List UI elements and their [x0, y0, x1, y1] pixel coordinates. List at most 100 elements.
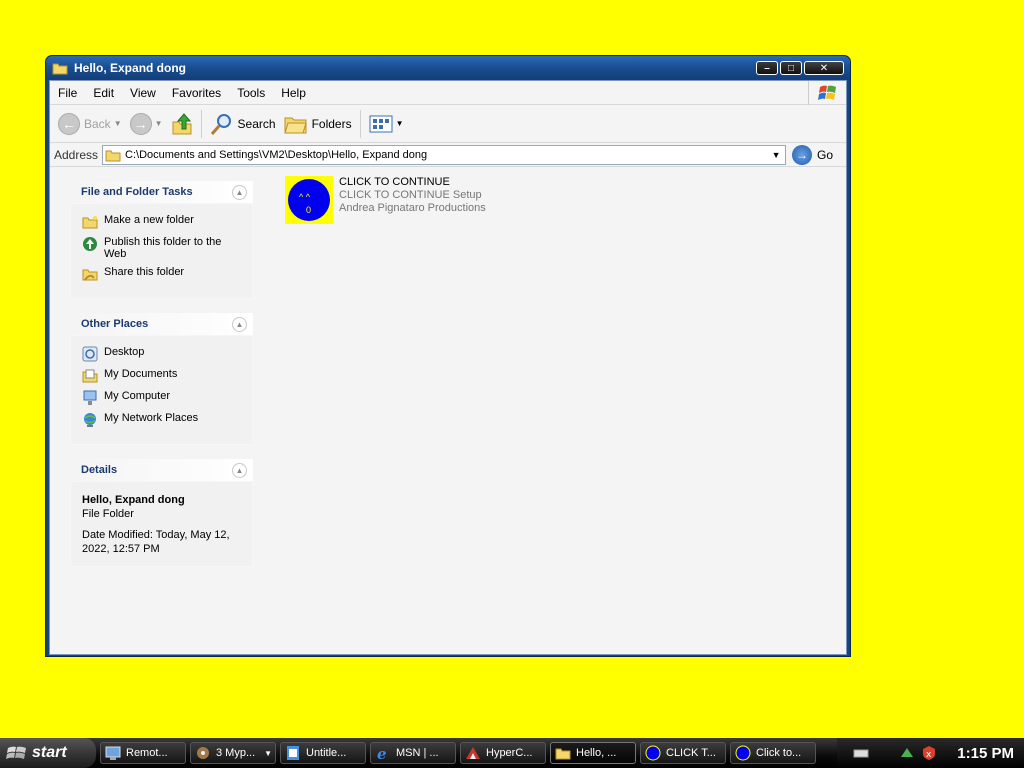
panel-body: Make a new folder Publish this folder to… — [70, 203, 253, 299]
go-button[interactable]: → Go — [792, 144, 834, 165]
share-folder-icon — [82, 269, 98, 281]
clock[interactable]: 1:15 PM — [957, 745, 1014, 762]
panel-header[interactable]: Details ▲ — [70, 459, 253, 481]
toolbar: ← Back ▼ → ▼ Search Folders ▼ — [50, 105, 846, 143]
network-tray-icon[interactable] — [899, 745, 915, 761]
taskbar-button-hello[interactable]: Hello, ... — [550, 742, 636, 764]
start-button[interactable]: start — [0, 738, 96, 768]
chevron-down-icon[interactable]: ▼ — [767, 150, 785, 160]
collapse-icon[interactable]: ▲ — [232, 184, 247, 200]
maximize-button[interactable]: □ — [780, 61, 802, 75]
menu-view[interactable]: View — [122, 86, 164, 100]
my-documents-icon — [82, 369, 98, 383]
panel-title: Details — [81, 464, 118, 476]
folders-button[interactable]: Folders — [280, 109, 356, 139]
folder-icon — [555, 748, 571, 760]
file-tasks-panel: File and Folder Tasks ▲ Make a new folde… — [70, 181, 253, 299]
file-description: CLICK TO CONTINUE Setup — [339, 189, 482, 201]
taskbar-button-click-to[interactable]: Click to... — [730, 742, 816, 764]
task-make-folder[interactable]: Make a new folder — [82, 214, 242, 230]
blue-face-icon: ^ ^ 0 — [285, 176, 333, 224]
forward-button[interactable]: → ▼ — [126, 109, 167, 139]
place-network[interactable]: My Network Places — [82, 412, 242, 428]
folders-label: Folders — [311, 116, 352, 131]
minimize-button[interactable]: – — [756, 61, 778, 75]
address-label: Address — [54, 147, 99, 162]
remote-desktop-icon — [105, 746, 121, 760]
blue-face-icon — [645, 745, 661, 761]
panel-body: Hello, Expand dong File Folder Date Modi… — [70, 481, 253, 567]
place-my-documents[interactable]: My Documents — [82, 368, 242, 384]
network-places-icon — [84, 413, 96, 427]
untitled-doc-icon — [287, 746, 299, 760]
address-value: C:\Documents and Settings\VM2\Desktop\He… — [125, 148, 428, 161]
task-label: Share this folder — [104, 266, 185, 278]
place-desktop[interactable]: Desktop — [82, 346, 242, 362]
hyperc-icon — [466, 747, 480, 759]
menu-help[interactable]: Help — [273, 86, 314, 100]
file-list: ^ ^ 0 CLICK TO CONTINUE CLICK TO CONTINU… — [268, 167, 846, 653]
back-arrow-icon: ← — [58, 112, 80, 135]
toolbar-separator — [200, 109, 202, 138]
address-input[interactable]: C:\Documents and Settings\VM2\Desktop\He… — [102, 144, 787, 165]
menu-file[interactable]: File — [50, 86, 85, 100]
collapse-icon[interactable]: ▲ — [232, 316, 247, 332]
explorer-window: Hello, Expand dong – □ ✕ File Edit View … — [45, 55, 851, 657]
place-label: My Network Places — [104, 412, 199, 424]
keyboard-icon[interactable] — [853, 745, 869, 761]
task-publish-web[interactable]: Publish this folder to the Web — [82, 236, 242, 260]
chevron-down-icon[interactable]: ▼ — [264, 749, 272, 758]
task-pane: File and Folder Tasks ▲ Make a new folde… — [50, 167, 268, 653]
search-button[interactable]: Search — [206, 109, 280, 139]
task-share-folder[interactable]: Share this folder — [82, 266, 242, 282]
taskbar-button-click-t[interactable]: CLICK T... — [640, 742, 726, 764]
place-label: My Documents — [104, 368, 178, 380]
taskbar-button-label: HyperC... — [486, 747, 533, 759]
panel-header[interactable]: Other Places ▲ — [70, 313, 253, 335]
place-label: Desktop — [104, 346, 145, 358]
details-name: Hello, Expand dong — [82, 494, 185, 506]
details-type: File Folder — [82, 508, 134, 520]
taskbar-button-mypaint[interactable]: 3 Myp... ▼ — [190, 742, 276, 764]
place-my-computer[interactable]: My Computer — [82, 390, 242, 406]
folder-up-icon — [172, 112, 192, 134]
up-button[interactable] — [167, 109, 197, 139]
taskbar-button-label: Untitle... — [306, 747, 347, 759]
collapse-icon[interactable]: ▲ — [232, 462, 247, 478]
chevron-down-icon[interactable]: ▼ — [396, 119, 404, 128]
start-label: start — [32, 744, 67, 761]
views-icon — [369, 115, 393, 132]
mypaint-icon — [197, 747, 209, 759]
security-alert-icon[interactable]: x — [921, 745, 937, 761]
back-button[interactable]: ← Back ▼ — [54, 109, 126, 139]
publish-web-icon — [83, 237, 97, 251]
search-label: Search — [237, 116, 276, 131]
chevron-down-icon[interactable]: ▼ — [114, 119, 122, 128]
taskbar-button-hyperc[interactable]: HyperC... — [460, 742, 546, 764]
face-eyes: ^ ^ — [299, 192, 310, 202]
window-client: File Edit View Favorites Tools Help ← Ba… — [49, 80, 847, 655]
menu-tools[interactable]: Tools — [229, 86, 273, 100]
taskbar-button-untitled[interactable]: Untitle... — [280, 742, 366, 764]
task-label: Publish this folder to the Web — [104, 236, 222, 260]
views-button[interactable]: ▼ — [365, 109, 408, 139]
panel-header[interactable]: File and Folder Tasks ▲ — [70, 181, 253, 203]
title-bar[interactable]: Hello, Expand dong – □ ✕ — [46, 56, 850, 80]
file-item[interactable]: ^ ^ 0 CLICK TO CONTINUE CLICK TO CONTINU… — [285, 176, 846, 224]
menu-edit[interactable]: Edit — [85, 86, 122, 100]
go-label: Go — [817, 147, 834, 162]
chevron-down-icon[interactable]: ▼ — [155, 119, 163, 128]
window-title: Hello, Expand dong — [74, 61, 187, 75]
taskbar-button-label: CLICK T... — [666, 747, 716, 759]
place-label: My Computer — [104, 390, 171, 402]
taskbar: start Remot... 3 Myp... ▼ Untitle... e M… — [0, 738, 1024, 768]
close-button[interactable]: ✕ — [804, 61, 844, 75]
taskbar-button-remote[interactable]: Remot... — [100, 742, 186, 764]
menu-favorites[interactable]: Favorites — [164, 86, 229, 100]
toolbar-separator — [359, 109, 361, 138]
go-arrow-icon: → — [792, 144, 813, 165]
taskbar-button-msn[interactable]: e MSN | ... — [370, 742, 456, 764]
folder-icon — [105, 150, 121, 161]
face-mouth: 0 — [306, 205, 312, 215]
windows-flag-icon — [6, 746, 26, 759]
